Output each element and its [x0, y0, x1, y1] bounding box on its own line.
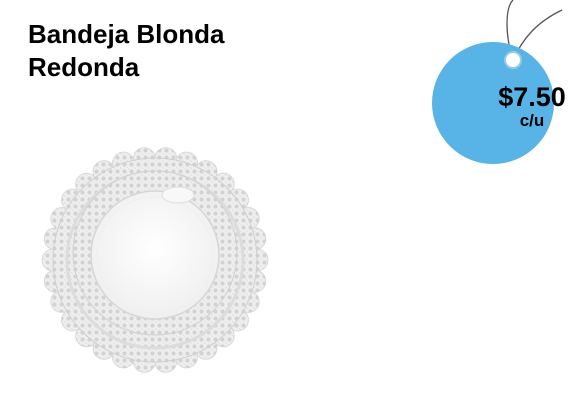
product-title: Bandeja Blonda Redonda: [28, 18, 224, 84]
product-image-lace-plate: [30, 140, 280, 390]
product-title-line-2: Redonda: [28, 52, 140, 82]
price-tag: $7.50 c/u: [405, 0, 582, 180]
lace-plate-icon: [41, 147, 269, 373]
price-amount: $7.50: [498, 82, 566, 112]
tag-hole-icon: [504, 51, 522, 69]
product-title-line-1: Bandeja Blonda: [28, 19, 225, 49]
price-unit: c/u: [519, 111, 545, 130]
price-label: $7.50 c/u: [495, 82, 569, 130]
